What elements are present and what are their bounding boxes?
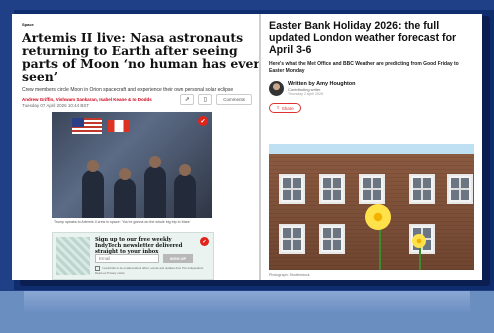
astronaut-head [119, 168, 131, 180]
newsletter-title: Sign up to our free weekly IndyTech news… [95, 237, 183, 255]
right-headline: Easter Bank Holiday 2026: the full updat… [269, 20, 457, 56]
astronaut-figure [174, 174, 196, 218]
astronaut-head [149, 156, 161, 168]
astronaut-figure [144, 166, 166, 218]
astronaut-head [87, 160, 99, 172]
window-graphic [319, 174, 345, 204]
weather-photo[interactable] [269, 144, 474, 270]
hero-image[interactable]: ✔ [52, 112, 212, 218]
right-subhead: Here's what the Met Office and BBC Weath… [269, 61, 459, 74]
canada-flag-graphic [108, 120, 130, 132]
left-article-pane[interactable]: Space Artemis II live: Nasa astronauts r… [12, 14, 260, 280]
independent-logo-icon: ✔ [198, 116, 208, 126]
section-tag[interactable]: Space [22, 22, 250, 27]
astronaut-figure [114, 178, 136, 218]
window-graphic [279, 174, 305, 204]
left-standfirst: Crew members circle Moon in Orion spacec… [22, 87, 234, 93]
astronaut-head [179, 164, 191, 176]
share-icon: ⇧ [276, 105, 280, 110]
author-row: Written by Amy Houghton Contributing wri… [269, 81, 474, 96]
bookmark-icon[interactable]: ▯ [198, 94, 213, 105]
share-icon[interactable]: ⇗ [180, 94, 195, 105]
signup-button[interactable]: SIGN UP [163, 254, 193, 263]
author-date: Thursday 2 April 2026 [288, 92, 323, 96]
window-graphic [447, 174, 473, 204]
daffodil-flower [412, 234, 426, 248]
window-graphic [409, 174, 435, 204]
us-flag-graphic [72, 118, 102, 134]
window-graphic [279, 224, 305, 254]
newsletter-terms-checkbox[interactable]: I would like to be emailed about offers,… [95, 266, 205, 275]
astronaut-figure [82, 170, 104, 218]
avatar [269, 81, 284, 96]
share-label: Share [281, 105, 294, 111]
share-button[interactable]: ⇧ Share [269, 103, 301, 113]
image-caption: Trump speaks to Artemis II crew in space… [54, 220, 191, 224]
window-graphic [319, 224, 345, 254]
monitor-stand-base [0, 291, 494, 333]
email-input[interactable]: Email [95, 254, 159, 263]
left-headline: Artemis II live: Nasa astronauts returni… [22, 30, 260, 84]
browser-screen: Space Artemis II live: Nasa astronauts r… [12, 14, 482, 280]
right-article-pane[interactable]: Easter Bank Holiday 2026: the full updat… [261, 14, 482, 280]
window-graphic [359, 174, 385, 204]
photo-credit: Photograph: Shutterstock [269, 273, 310, 277]
daffodil-flower [365, 204, 391, 230]
newsletter-signup-box: Sign up to our free weekly IndyTech news… [52, 232, 214, 280]
comments-button[interactable]: Comments [216, 94, 252, 105]
independent-logo-icon: ✔ [200, 237, 209, 246]
newsletter-graphic [56, 237, 90, 275]
article-actions: ⇗ ▯ Comments [180, 94, 252, 105]
